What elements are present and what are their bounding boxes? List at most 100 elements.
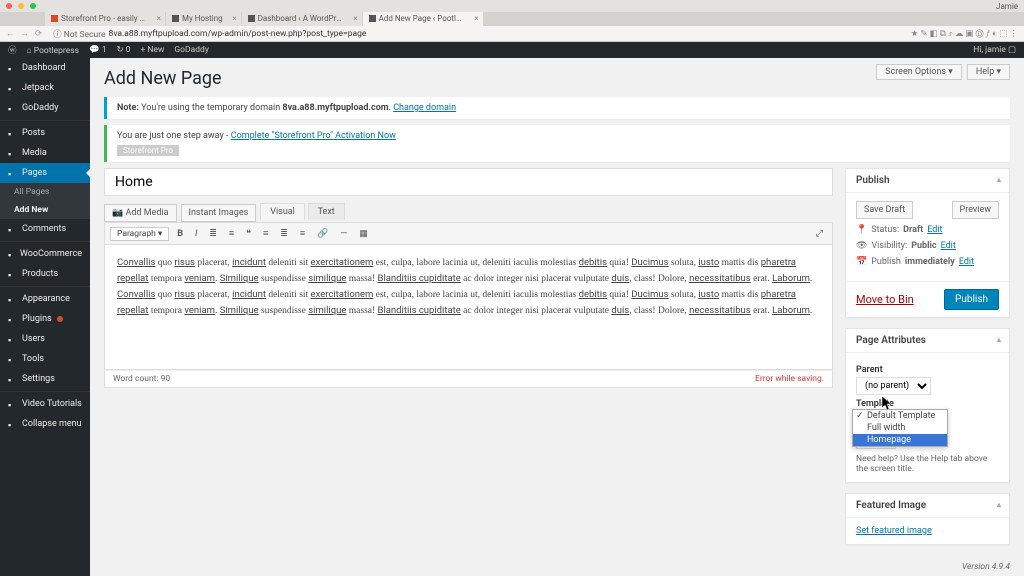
sidebar-sub-add-new[interactable]: Add New (0, 201, 90, 219)
link-icon[interactable]: 🔗 (313, 227, 332, 241)
url-bar: ← → ⟳ ⓘ Not Secure 8va.a88.myftpupload.c… (0, 26, 1024, 42)
format-select[interactable]: Paragraph ▾ (110, 227, 169, 241)
comments-count[interactable]: 💬 1 (89, 45, 106, 55)
set-featured-image-link[interactable]: Set featured image (856, 526, 932, 536)
browser-tab[interactable]: Add New Page ‹ Pootlepress…× (363, 12, 483, 26)
align-left-icon[interactable]: ≡ (259, 226, 272, 241)
sidebar-item-plugins[interactable]: ▪Plugins (0, 309, 90, 329)
notice-temp-domain: Note: You're using the temporary domain … (104, 97, 1010, 119)
instant-images-button[interactable]: Instant Images (181, 204, 257, 222)
godaddy-menu[interactable]: GoDaddy (174, 45, 208, 55)
schedule-row: 📅 Publish immediately Edit (856, 257, 999, 267)
sidebar-item-pages[interactable]: ▪Pages (0, 163, 90, 183)
sidebar-item-video-tutorials[interactable]: ▪Video Tutorials (0, 394, 90, 414)
security-badge: ⓘ Not Secure (53, 28, 105, 40)
add-media-button[interactable]: 📷 Add Media (104, 204, 177, 222)
sidebar-item-woocommerce[interactable]: ▪WooCommerce (0, 244, 90, 264)
sidebar-item-tools[interactable]: ▪Tools (0, 349, 90, 369)
more-icon[interactable]: — (336, 227, 351, 241)
editor-footer: Word count: 90 Error while saving. (104, 370, 833, 388)
ol-icon[interactable]: ≡ (225, 226, 238, 241)
wp-logo-icon[interactable]: ⓦ (8, 44, 17, 56)
browser-tab[interactable]: Dashboard ‹ A WordPress Sit…× (242, 12, 362, 26)
template-option[interactable]: Homepage (853, 434, 947, 446)
preview-button[interactable]: Preview (952, 201, 999, 219)
browser-tab[interactable]: Storefront Pro - easily custo…× (45, 12, 165, 26)
fullscreen-icon[interactable]: ⤢ (812, 227, 827, 241)
sidebar-sub-all-pages[interactable]: All Pages (0, 183, 90, 201)
extension-icons[interactable]: ★ ✎ ◧ ⧉ ⤴ ☁ ▣ Ⓓ 𝑓 ◐ ⬚ ⋮ (911, 28, 1018, 39)
attrs-title[interactable]: Page Attributes (846, 329, 1009, 353)
toolbar-toggle-icon[interactable]: ▦ (355, 227, 372, 241)
browser-tab[interactable]: My Hosting× (166, 12, 241, 26)
screen-options-button[interactable]: Screen Options ▾ (876, 64, 962, 80)
save-draft-button[interactable]: Save Draft (856, 201, 913, 219)
sidebar-item-comments[interactable]: ▪Comments (0, 219, 90, 239)
word-count: Word count: 90 (113, 374, 170, 384)
sidebar-item-posts[interactable]: ▪Posts (0, 123, 90, 143)
plugin-pill: Storefront Pro (117, 145, 179, 156)
sidebar-item-godaddy[interactable]: ▪GoDaddy (0, 98, 90, 118)
attrs-help: Need help? Use the Help tab above the sc… (856, 454, 999, 474)
parent-label: Parent (856, 365, 999, 375)
os-user: Jamie (996, 2, 1018, 11)
sidebar-item-settings[interactable]: ▪Settings (0, 369, 90, 389)
browser-tabs: Storefront Pro - easily custo…×My Hostin… (0, 12, 1024, 26)
template-dropdown: Default TemplateFull widthHomepage (852, 409, 948, 447)
align-center-icon[interactable]: ≣ (276, 227, 292, 241)
template-option[interactable]: Default Template (853, 410, 947, 422)
sidebar-item-collapse[interactable]: ▪Collapse menu (0, 414, 90, 434)
status-row: 📍 Status: Draft Edit (856, 225, 999, 235)
url-input[interactable]: ⓘ Not Secure 8va.a88.myftpupload.com/wp-… (48, 27, 905, 41)
quote-icon[interactable]: ❝ (242, 227, 255, 241)
editor-toolbar: Paragraph ▾ B I ≣ ≡ ❝ ≡ ≣ ≡ 🔗 — ▦ ⤢ (104, 222, 833, 245)
sidebar-item-products[interactable]: ▪Products (0, 264, 90, 284)
featured-title[interactable]: Featured Image (846, 494, 1009, 518)
sidebar-item-media[interactable]: ▪Media (0, 143, 90, 163)
save-error: Error while saving. (755, 374, 824, 384)
greeting[interactable]: Hi, jamie ▢ (973, 45, 1016, 55)
window-close-icon[interactable] (6, 3, 12, 9)
tab-visual[interactable]: Visual (260, 203, 305, 220)
editor-body[interactable]: Convallis quo risus placerat, incidunt d… (104, 245, 833, 370)
updates-icon[interactable]: ↻ 0 (116, 45, 130, 55)
edit-status-link[interactable]: Edit (927, 225, 942, 235)
edit-schedule-link[interactable]: Edit (959, 257, 974, 267)
content-area: Screen Options ▾ Help ▾ Add New Page Not… (90, 58, 1024, 576)
template-option[interactable]: Full width (853, 422, 947, 434)
activation-link[interactable]: Complete "Storefront Pro" Activation Now (231, 131, 396, 141)
nav-reload-icon[interactable]: ⟳ (35, 29, 42, 39)
edit-visibility-link[interactable]: Edit (941, 241, 956, 251)
featured-image-box: Featured Image Set featured image (845, 493, 1010, 545)
publish-button[interactable]: Publish (944, 289, 999, 310)
change-domain-link[interactable]: Change domain (393, 103, 456, 113)
page-title: Add New Page (104, 68, 1010, 89)
nav-back-icon[interactable]: ← (6, 28, 15, 39)
parent-select[interactable]: (no parent) (856, 377, 931, 395)
window-min-icon[interactable] (18, 3, 24, 9)
ul-icon[interactable]: ≣ (205, 227, 221, 241)
wp-version: Version 4.9.4 (962, 562, 1010, 572)
window-chrome: Jamie (0, 0, 1024, 12)
post-title-input[interactable] (104, 168, 833, 196)
align-right-icon[interactable]: ≡ (296, 226, 309, 241)
page-attributes-box: Page Attributes Parent (no parent) Templ… (845, 328, 1010, 483)
notice-activation: You are just one step away - Complete "S… (104, 125, 1010, 162)
template-label: Template (856, 399, 999, 409)
wp-adminbar: ⓦ ⌂ Pootlepress 💬 1 ↻ 0 + New GoDaddy Hi… (0, 42, 1024, 58)
new-content[interactable]: + New (140, 45, 164, 55)
publish-box: Publish Save Draft Preview 📍 Status: Dra… (845, 168, 1010, 318)
visibility-row: 👁 Visibility: Public Edit (856, 241, 999, 251)
sidebar-item-users[interactable]: ▪Users (0, 329, 90, 349)
publish-title[interactable]: Publish (846, 169, 1009, 193)
sidebar-item-jetpack[interactable]: ▪Jetpack (0, 78, 90, 98)
italic-icon[interactable]: I (191, 227, 201, 241)
window-max-icon[interactable] (30, 3, 36, 9)
site-name[interactable]: ⌂ Pootlepress (27, 45, 79, 56)
tab-text[interactable]: Text (308, 203, 345, 220)
sidebar-item-appearance[interactable]: ▪Appearance (0, 289, 90, 309)
help-button[interactable]: Help ▾ (967, 64, 1010, 80)
move-to-trash-link[interactable]: Move to Bin (856, 293, 914, 306)
sidebar-item-dashboard[interactable]: ▪Dashboard (0, 58, 90, 78)
bold-icon[interactable]: B (173, 227, 187, 241)
